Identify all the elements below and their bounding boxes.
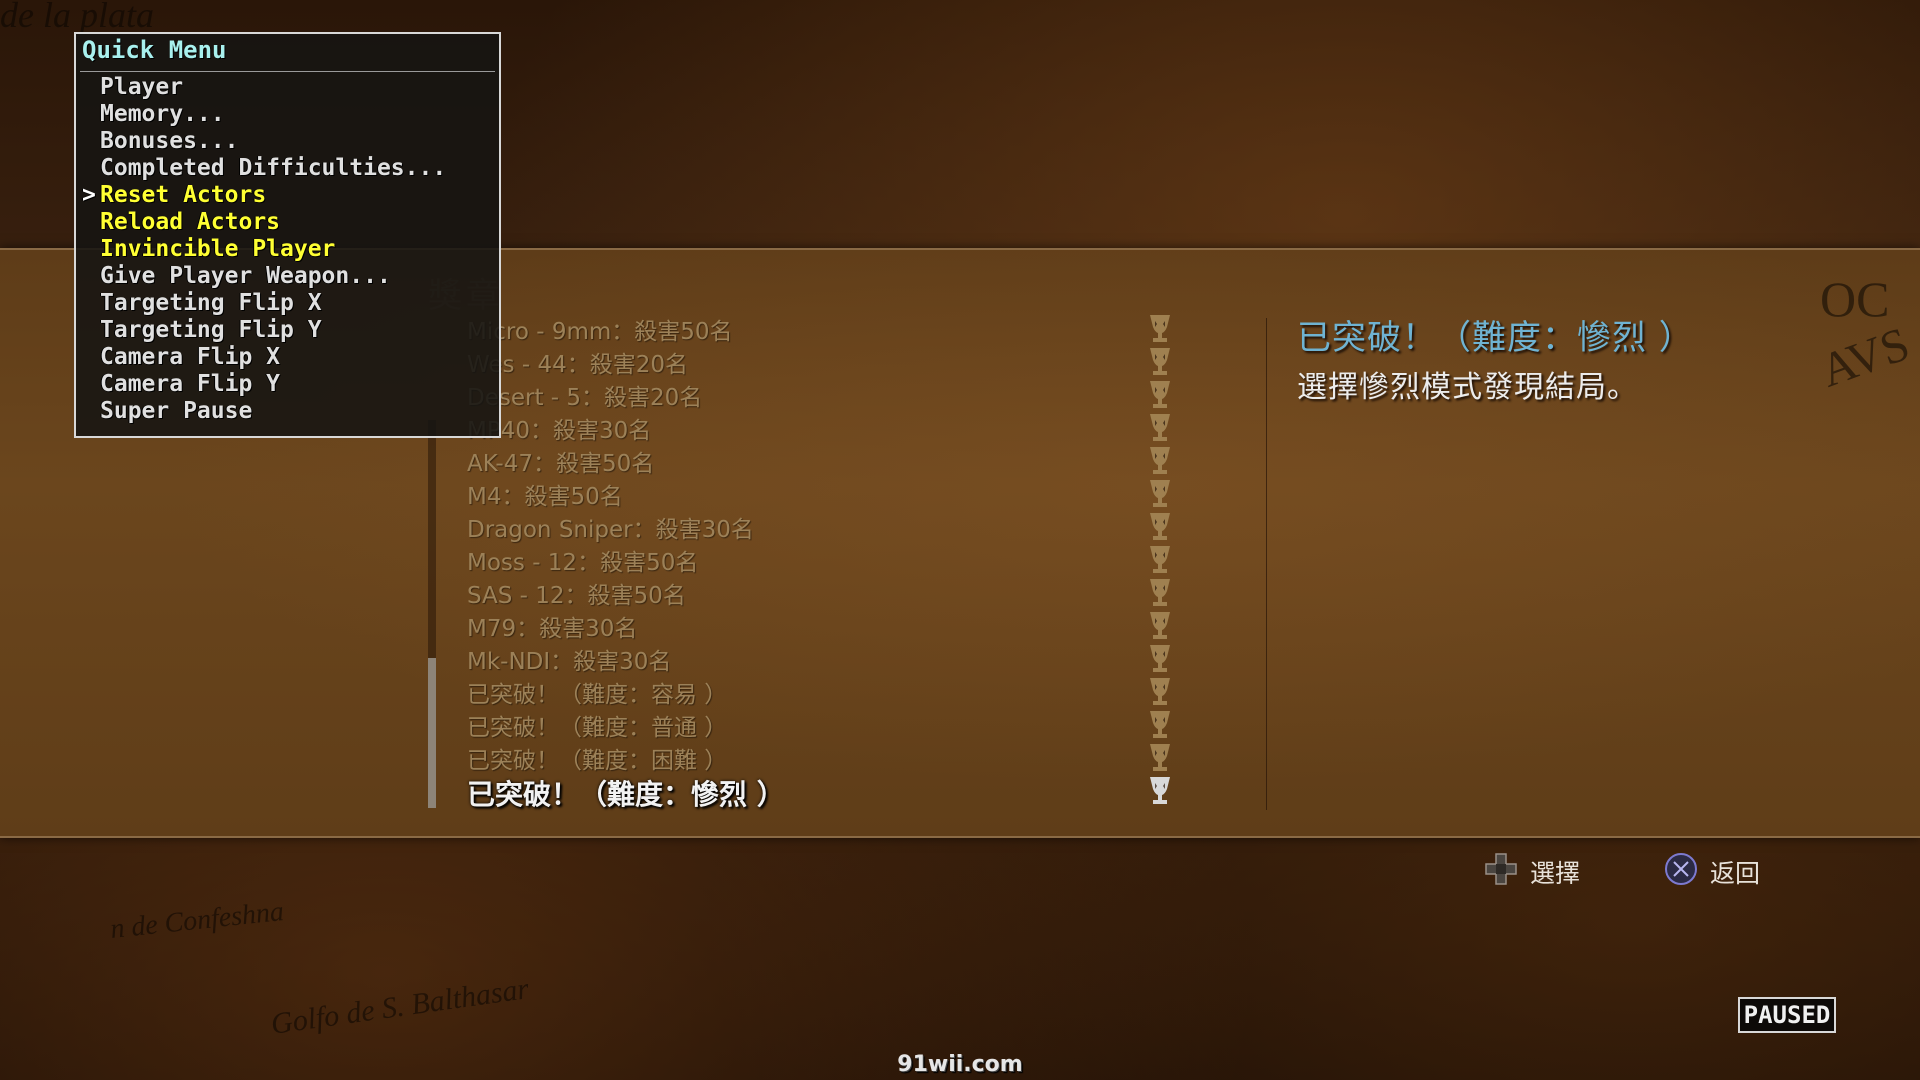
quick-menu-item-label: Camera Flip Y xyxy=(100,371,281,397)
quick-menu-item[interactable]: Player xyxy=(100,74,446,101)
quick-menu-item-label: Memory... xyxy=(100,101,225,127)
paused-badge: PAUSED xyxy=(1738,997,1836,1033)
back-hint[interactable]: 返回 xyxy=(1664,852,1760,892)
quick-menu-item[interactable]: Super Pause xyxy=(100,398,446,425)
medal-item[interactable]: Moss - 12：殺害50名 xyxy=(467,547,785,580)
trophy-column xyxy=(1146,310,1176,805)
trophy-icon xyxy=(1146,475,1176,508)
quick-menu-item-label: Reload Actors xyxy=(100,209,281,235)
select-hint[interactable]: 選擇 xyxy=(1484,852,1580,892)
background-map-text: Golfo de S. Balthasar xyxy=(268,972,531,1041)
trophy-icon xyxy=(1146,640,1176,673)
trophy-icon xyxy=(1146,706,1176,739)
detail-description: 選擇慘烈模式發現結局。 xyxy=(1297,370,1638,405)
quick-menu-item[interactable]: Invincible Player xyxy=(100,236,446,263)
trophy-icon xyxy=(1146,343,1176,376)
quick-menu-item[interactable]: Targeting Flip Y xyxy=(100,317,446,344)
trophy-icon xyxy=(1146,376,1176,409)
medal-item[interactable]: SAS - 12：殺害50名 xyxy=(467,580,785,613)
quick-menu-item[interactable]: Bonuses... xyxy=(100,128,446,155)
select-label: 選擇 xyxy=(1530,859,1581,888)
trophy-icon xyxy=(1146,607,1176,640)
medal-item[interactable]: M79：殺害30名 xyxy=(467,613,785,646)
quick-menu-divider xyxy=(80,71,495,72)
quick-menu-item[interactable]: Memory... xyxy=(100,101,446,128)
trophy-icon xyxy=(1146,541,1176,574)
background-map-text: AVS xyxy=(1813,317,1917,398)
medal-item[interactable]: Desert - 5：殺害20名 xyxy=(467,382,785,415)
quick-menu-item-label: Targeting Flip X xyxy=(100,290,322,316)
medal-item[interactable]: Micro - 9mm：殺害50名 xyxy=(467,316,785,349)
watermark: 91wii.com xyxy=(897,1052,1023,1077)
quick-menu-item[interactable]: Camera Flip Y xyxy=(100,371,446,398)
dpad-icon xyxy=(1484,852,1530,892)
quick-menu-item-label: Reset Actors xyxy=(100,182,267,208)
medal-item[interactable]: Mk-NDI：殺害30名 xyxy=(467,646,785,679)
medal-item[interactable]: 已突破！（難度：容易 ） xyxy=(467,679,785,712)
trophy-icon xyxy=(1146,409,1176,442)
quick-menu-item[interactable]: Give Player Weapon... xyxy=(100,263,446,290)
back-label: 返回 xyxy=(1710,859,1761,888)
quick-menu-item-label: Player xyxy=(100,74,184,100)
medal-item[interactable]: Dragon Sniper：殺害30名 xyxy=(467,514,785,547)
scrollbar-thumb[interactable] xyxy=(428,658,436,808)
quick-menu-item-label: Super Pause xyxy=(100,398,253,424)
medal-item[interactable]: 已突破！（難度：困難 ） xyxy=(467,745,785,778)
background-map-text: OC xyxy=(1820,271,1890,327)
medal-item[interactable]: 已突破！（難度：慘烈 ） xyxy=(467,778,785,811)
trophy-icon xyxy=(1146,442,1176,475)
quick-menu-item[interactable]: Reload Actors xyxy=(100,209,446,236)
divider xyxy=(1266,318,1267,810)
quick-menu-item-label: Camera Flip X xyxy=(100,344,281,370)
cross-button-icon xyxy=(1664,852,1710,892)
quick-menu-list: Player Memory... Bonuses... Completed Diffi… xyxy=(82,74,446,425)
medal-item[interactable]: Wes - 44：殺害20名 xyxy=(467,349,785,382)
medal-item[interactable]: AK-47：殺害50名 xyxy=(467,448,785,481)
quick-menu-item-label: Completed Difficulties... xyxy=(100,155,447,181)
medal-item[interactable]: 已突破！（難度：普通 ） xyxy=(467,712,785,745)
quick-menu-item-label: Invincible Player xyxy=(100,236,336,262)
medal-item[interactable]: M4：殺害50名 xyxy=(467,481,785,514)
trophy-icon xyxy=(1146,310,1176,343)
trophy-icon xyxy=(1146,673,1176,706)
quick-menu-title: Quick Menu xyxy=(82,36,227,64)
trophy-icon xyxy=(1146,739,1176,772)
trophy-icon xyxy=(1146,574,1176,607)
medal-list: Micro - 9mm：殺害50名 Wes - 44：殺害20名 Desert - … xyxy=(467,316,785,811)
trophy-icon xyxy=(1146,772,1176,805)
quick-menu-item-label: Targeting Flip Y xyxy=(100,317,322,343)
medal-item[interactable]: MP40：殺害30名 xyxy=(467,415,785,448)
quick-menu-item-label: Bonuses... xyxy=(100,128,239,154)
detail-title: 已突破！（難度：慘烈 ） xyxy=(1297,318,1694,358)
quick-menu: Quick Menu Player Memory... Bonuses... Comp… xyxy=(74,32,501,438)
quick-menu-item[interactable]: Targeting Flip X xyxy=(100,290,446,317)
quick-menu-item-label: Give Player Weapon... xyxy=(100,263,391,289)
quick-menu-item[interactable]: > Reset Actors xyxy=(82,182,446,209)
quick-menu-item[interactable]: Camera Flip X xyxy=(100,344,446,371)
quick-menu-item[interactable]: Completed Difficulties... xyxy=(100,155,446,182)
background-map-text: de la plata xyxy=(0,0,154,35)
background-map-text: n de Confeshna xyxy=(108,895,286,946)
trophy-icon xyxy=(1146,508,1176,541)
selection-cursor-icon: > xyxy=(82,182,96,208)
